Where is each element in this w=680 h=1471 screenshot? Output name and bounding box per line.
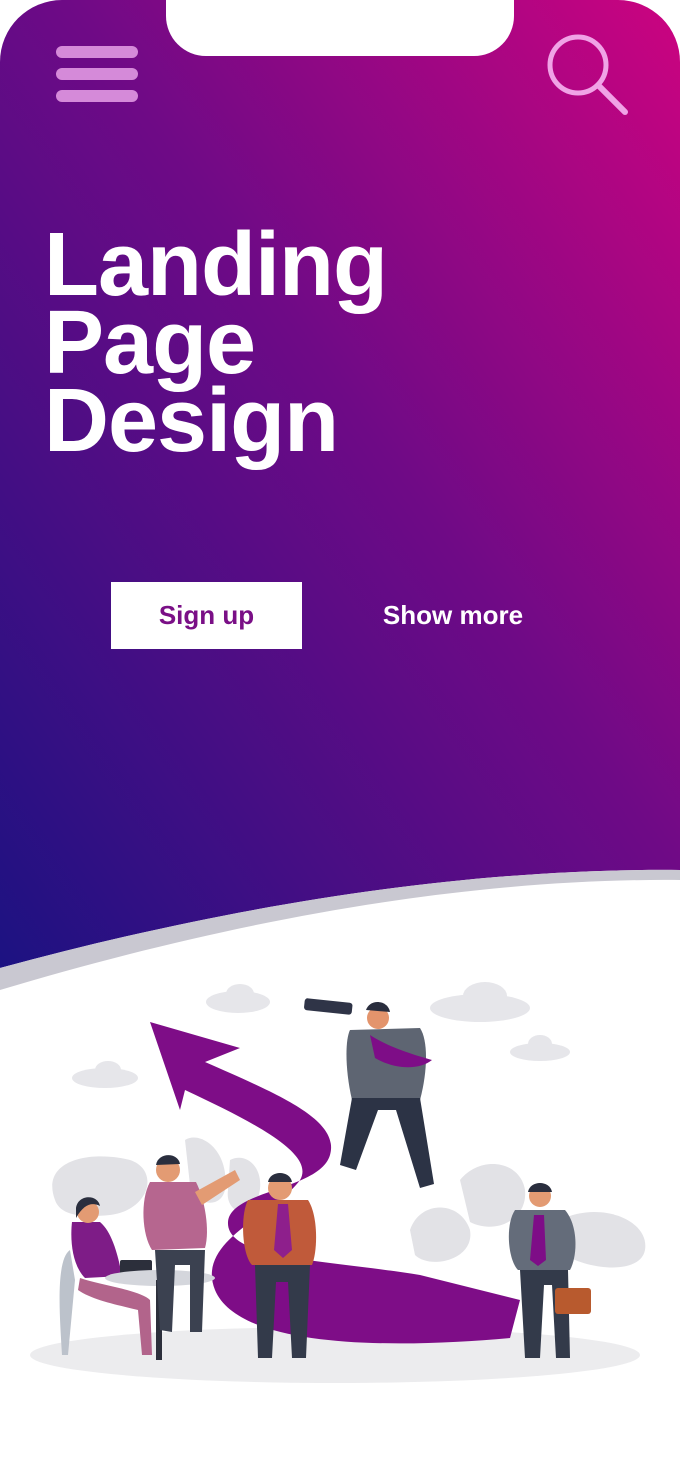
hamburger-icon-bar <box>56 68 138 80</box>
device-notch <box>166 0 514 56</box>
hamburger-icon <box>56 46 138 58</box>
briefcase-icon <box>555 1288 591 1314</box>
page-title: Landing Page Design <box>44 220 388 471</box>
hamburger-icon-bar <box>56 90 138 102</box>
title-line-3: Design <box>44 371 339 471</box>
teamwork-illustration <box>30 982 646 1383</box>
search-button[interactable] <box>545 32 631 118</box>
search-icon <box>547 34 628 115</box>
signup-button[interactable]: Sign up <box>111 582 302 649</box>
hero-section <box>0 0 680 1000</box>
phone-frame: Landing Page Design Sign up Show more <box>0 0 680 1471</box>
menu-button[interactable] <box>56 46 138 104</box>
show-more-button[interactable]: Show more <box>360 582 546 649</box>
hero-background <box>0 0 680 990</box>
cloud-group <box>72 982 570 1088</box>
